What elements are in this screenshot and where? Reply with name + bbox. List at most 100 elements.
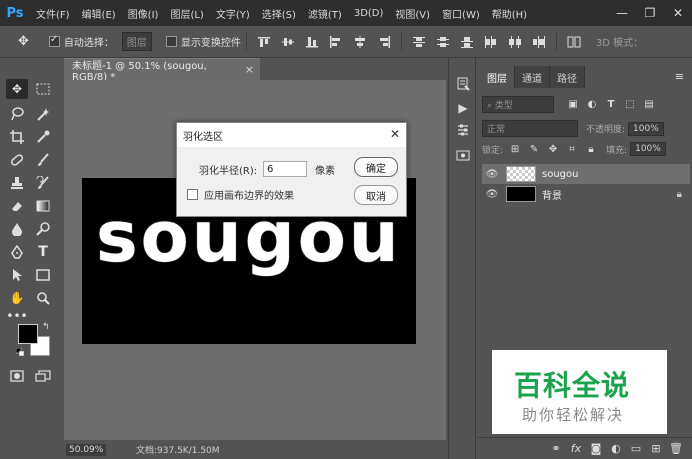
- link-layers-icon[interactable]: ⚭: [546, 442, 566, 455]
- align-bottom-icon[interactable]: [305, 36, 319, 48]
- filter-shape-icon[interactable]: ⬚: [623, 98, 637, 112]
- lock-artboard-icon[interactable]: ⌗: [565, 142, 579, 156]
- cancel-button[interactable]: 取消: [354, 185, 398, 205]
- ok-button[interactable]: 确定: [354, 157, 398, 177]
- zoom-tool-icon[interactable]: [32, 288, 54, 308]
- visibility-eye-icon[interactable]: 👁︎: [482, 169, 502, 180]
- document-info[interactable]: 文档:937.5K/1.50M: [136, 443, 220, 456]
- screen-mode-icon[interactable]: [32, 366, 54, 386]
- libraries-panel-icon[interactable]: [455, 148, 471, 164]
- pen-tool-icon[interactable]: [6, 242, 28, 262]
- hand-tool-icon[interactable]: ✋: [6, 288, 28, 308]
- menu-view[interactable]: 视图(V): [389, 6, 436, 21]
- blur-tool-icon[interactable]: [6, 219, 28, 239]
- distribute-hcenter-icon[interactable]: [508, 35, 522, 48]
- brush-tool-icon[interactable]: [32, 150, 54, 170]
- distribute-bottom-icon[interactable]: [460, 36, 474, 48]
- actions-panel-icon[interactable]: ▶: [455, 100, 471, 116]
- lock-pixels-icon[interactable]: ✎: [527, 142, 541, 156]
- gradient-tool-icon[interactable]: [32, 196, 54, 216]
- lock-transparent-icon[interactable]: ⊞: [508, 142, 522, 156]
- marquee-tool-icon[interactable]: [32, 79, 54, 99]
- move-tool-icon[interactable]: ✥: [6, 79, 28, 99]
- align-hcenter-icon[interactable]: [353, 35, 367, 48]
- delete-layer-icon[interactable]: 🗑︎: [666, 442, 686, 455]
- canvas-edge-checkbox[interactable]: [187, 189, 198, 200]
- menu-filter[interactable]: 滤镜(T): [302, 6, 348, 21]
- foreground-color-swatch[interactable]: [18, 324, 38, 344]
- opacity-field[interactable]: 100%: [628, 121, 664, 136]
- close-document-icon[interactable]: ×: [245, 63, 254, 76]
- minimize-button[interactable]: —: [608, 6, 636, 20]
- history-panel-icon[interactable]: [455, 76, 471, 92]
- clone-stamp-tool-icon[interactable]: [6, 173, 28, 193]
- layer-row-sougou[interactable]: 👁︎ sougou: [482, 164, 690, 184]
- eraser-tool-icon[interactable]: [6, 196, 28, 216]
- lasso-tool-icon[interactable]: [6, 104, 28, 124]
- distribute-left-icon[interactable]: [484, 35, 498, 48]
- crop-tool-icon[interactable]: [6, 127, 28, 147]
- align-right-icon[interactable]: [377, 35, 391, 48]
- menu-select[interactable]: 选择(S): [256, 6, 302, 21]
- auto-align-icon[interactable]: [567, 36, 581, 48]
- lock-all-icon[interactable]: 🔒︎: [584, 142, 598, 156]
- menu-help[interactable]: 帮助(H): [486, 6, 533, 21]
- show-transform-option[interactable]: 显示变换控件: [165, 34, 241, 49]
- add-mask-icon[interactable]: ◙: [586, 442, 606, 455]
- menu-edit[interactable]: 编辑(E): [76, 6, 122, 21]
- filter-pixel-icon[interactable]: ▣: [566, 98, 580, 112]
- auto-select-dropdown[interactable]: 图层: [121, 32, 152, 51]
- filter-adjustment-icon[interactable]: ◐: [585, 98, 599, 112]
- path-selection-tool-icon[interactable]: [6, 265, 28, 285]
- align-left-icon[interactable]: [329, 35, 343, 48]
- swap-colors-icon[interactable]: ↰: [42, 322, 50, 332]
- tab-channels[interactable]: 通道: [515, 66, 550, 88]
- auto-select-option[interactable]: 自动选择：: [48, 34, 114, 49]
- menu-layer[interactable]: 图层(L): [164, 6, 209, 21]
- eyedropper-tool-icon[interactable]: [32, 127, 54, 147]
- magic-wand-tool-icon[interactable]: [32, 104, 54, 124]
- menu-type[interactable]: 文字(Y): [210, 6, 256, 21]
- tab-paths[interactable]: 路径: [550, 66, 585, 88]
- type-tool-icon[interactable]: T: [32, 242, 54, 262]
- close-window-button[interactable]: ✕: [664, 6, 692, 20]
- distribute-top-icon[interactable]: [412, 36, 426, 48]
- close-dialog-icon[interactable]: ✕: [390, 127, 400, 141]
- rectangle-tool-icon[interactable]: [32, 265, 54, 285]
- distribute-right-icon[interactable]: [532, 35, 546, 48]
- layer-style-fx-icon[interactable]: fx: [566, 442, 586, 455]
- filter-type-icon[interactable]: T: [604, 98, 618, 112]
- align-vcenter-icon[interactable]: [281, 36, 295, 48]
- kind-filter-dropdown[interactable]: ⌕ 类型: [482, 96, 554, 113]
- blend-mode-dropdown[interactable]: 正常: [482, 120, 578, 137]
- show-transform-checkbox[interactable]: [165, 36, 177, 47]
- move-tool-preset-icon[interactable]: ✥: [18, 34, 29, 49]
- healing-brush-tool-icon[interactable]: [6, 150, 28, 170]
- tab-layers[interactable]: 图层: [480, 66, 515, 88]
- history-brush-tool-icon[interactable]: [32, 173, 54, 193]
- distribute-vcenter-icon[interactable]: [436, 36, 450, 48]
- filter-smart-object-icon[interactable]: ▤: [642, 98, 656, 112]
- zoom-level-field[interactable]: 50.09%: [66, 443, 106, 456]
- menu-window[interactable]: 窗口(W): [436, 6, 486, 21]
- panel-menu-icon[interactable]: ≡: [675, 70, 684, 83]
- layer-row-background[interactable]: 👁︎ 背景 🔒︎: [482, 184, 690, 204]
- default-colors-icon[interactable]: [15, 347, 25, 357]
- document-tab[interactable]: 未标题-1 @ 50.1% (sougou, RGB/8) * ×: [64, 58, 260, 83]
- menu-3d[interactable]: 3D(D): [348, 8, 390, 19]
- more-tools-icon[interactable]: •••: [6, 306, 28, 326]
- quick-mask-icon[interactable]: [6, 366, 28, 386]
- canvas-edge-option[interactable]: 应用画布边界的效果: [187, 187, 294, 202]
- new-group-icon[interactable]: ▭: [626, 442, 646, 455]
- lock-position-icon[interactable]: ✥: [546, 142, 560, 156]
- fill-field[interactable]: 100%: [630, 142, 666, 156]
- menu-image[interactable]: 图像(I): [122, 6, 165, 21]
- new-layer-icon[interactable]: ⊞: [646, 442, 666, 455]
- dodge-tool-icon[interactable]: [32, 219, 54, 239]
- visibility-eye-icon[interactable]: 👁︎: [482, 189, 502, 200]
- feather-radius-input[interactable]: [263, 161, 307, 177]
- auto-select-checkbox[interactable]: [48, 34, 60, 47]
- properties-panel-icon[interactable]: [455, 122, 471, 138]
- restore-button[interactable]: ❐: [636, 6, 664, 20]
- new-adjustment-layer-icon[interactable]: ◐: [606, 442, 626, 455]
